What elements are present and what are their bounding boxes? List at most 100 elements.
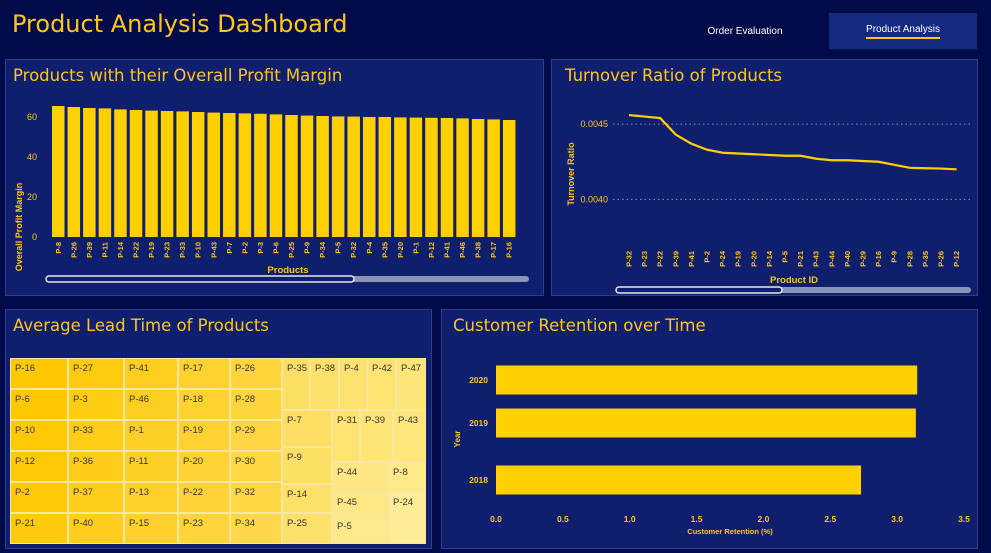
- nav-order-evaluation-label: Order Evaluation: [707, 25, 783, 37]
- treemap-cell[interactable]: P-22: [178, 482, 230, 513]
- margin-x-tick: P-5: [334, 242, 343, 254]
- treemap-cell[interactable]: P-18: [178, 389, 230, 420]
- margin-bar: [456, 118, 469, 237]
- turnover-x-tick: P-35: [921, 251, 930, 267]
- treemap-cell[interactable]: P-3: [68, 389, 124, 420]
- margin-bar: [471, 119, 485, 237]
- retention-x-tick: 1.5: [691, 514, 703, 524]
- treemap-cell[interactable]: P-23: [178, 513, 230, 544]
- treemap-cell[interactable]: P-46: [124, 389, 178, 420]
- treemap-cell[interactable]: P-45: [332, 492, 388, 516]
- treemap-cell[interactable]: P-21: [10, 513, 68, 544]
- treemap-cell[interactable]: P-15: [124, 513, 178, 544]
- turnover-chart: Turnover Ratio Product ID 0.0040 0.0045 P-…: [566, 113, 971, 294]
- margin-x-tick: P-10: [194, 242, 203, 258]
- margin-bar: [160, 111, 174, 237]
- nav-product-analysis[interactable]: Product Analysis: [829, 13, 977, 49]
- lead-time-treemap: P-16 P-27 P-41 P-17 P-26 P-35 P-38 P-4 P-42 P-47 P…: [10, 358, 426, 544]
- margin-x-tick: P-46: [458, 242, 467, 258]
- treemap-cell[interactable]: P-17: [178, 358, 230, 389]
- treemap-cell[interactable]: P-13: [124, 482, 178, 513]
- treemap-cell[interactable]: P-9: [282, 447, 332, 484]
- treemap-cell[interactable]: P-20: [178, 451, 230, 482]
- turnover-x-tick: P-41: [687, 251, 696, 267]
- turnover-x-tick: P-32: [625, 251, 634, 267]
- treemap-cell[interactable]: P-44: [332, 462, 388, 492]
- margin-bar: [269, 114, 283, 237]
- treemap-cell[interactable]: P-47: [396, 358, 426, 410]
- treemap-cell[interactable]: P-28: [230, 389, 282, 420]
- treemap-cell[interactable]: P-7: [282, 410, 332, 447]
- treemap-cell[interactable]: P-14: [282, 484, 332, 513]
- treemap-cell[interactable]: P-5: [332, 516, 388, 544]
- treemap-cell[interactable]: P-12: [10, 451, 68, 482]
- margin-x-tick: P-25: [287, 242, 296, 258]
- treemap-cell[interactable]: P-33: [68, 420, 124, 451]
- margin-bar: [409, 117, 423, 237]
- margin-bar: [394, 117, 407, 237]
- turnover-y-tick: 0.0045: [580, 119, 608, 129]
- treemap-cell[interactable]: P-39: [360, 410, 393, 462]
- treemap-cell[interactable]: P-38: [310, 358, 339, 410]
- nav-order-evaluation[interactable]: Order Evaluation: [680, 13, 810, 49]
- retention-y-axis-label: Year: [453, 431, 462, 448]
- margin-x-tick: P-34: [318, 241, 327, 258]
- margin-bar: [502, 120, 516, 237]
- nav-product-analysis-label: Product Analysis: [866, 24, 940, 39]
- margin-x-tick: P-2: [240, 242, 249, 254]
- margin-x-tick: P-32: [349, 242, 358, 258]
- treemap-cell[interactable]: P-36: [68, 451, 124, 482]
- turnover-line: [628, 113, 957, 171]
- retention-y-tick: 2018: [469, 475, 488, 485]
- treemap-cell[interactable]: P-6: [10, 389, 68, 420]
- treemap-cell[interactable]: P-2: [10, 482, 68, 513]
- treemap-cell[interactable]: P-41: [124, 358, 178, 389]
- margin-x-axis-label: Products: [267, 265, 308, 276]
- treemap-cell[interactable]: P-27: [68, 358, 124, 389]
- margin-y-tick: 60: [27, 112, 37, 122]
- turnover-x-tick: P-19: [734, 251, 743, 267]
- treemap-cell[interactable]: P-25: [282, 513, 332, 544]
- margin-x-tick: P-19: [147, 242, 156, 258]
- treemap-cell[interactable]: P-43: [393, 410, 426, 462]
- treemap-cell[interactable]: P-30: [230, 451, 282, 482]
- treemap-cell[interactable]: P-8: [388, 462, 426, 492]
- margin-bar: [176, 111, 189, 237]
- retention-bar: [496, 408, 916, 438]
- margin-scroll-thumb[interactable]: [45, 275, 355, 283]
- treemap-cell[interactable]: P-16: [10, 358, 68, 389]
- turnover-y-axis-label: Turnover Ratio: [566, 142, 576, 206]
- margin-x-tick: P-6: [271, 242, 280, 254]
- turnover-x-tick: P-43: [812, 251, 821, 267]
- margin-bar: [145, 110, 158, 237]
- margin-bar: [98, 108, 112, 238]
- turnover-scroll-thumb[interactable]: [615, 286, 783, 294]
- margin-bar: [223, 113, 236, 237]
- treemap-cell[interactable]: P-11: [124, 451, 178, 482]
- treemap-cell[interactable]: P-10: [10, 420, 68, 451]
- treemap-cell[interactable]: P-40: [68, 513, 124, 544]
- treemap-cell[interactable]: P-29: [230, 420, 282, 451]
- retention-bar: [496, 465, 862, 495]
- profit-margin-chart: Overall Profit Margin Products 0 20 40 60 P-…: [14, 106, 529, 283]
- treemap-cell[interactable]: P-32: [230, 482, 282, 513]
- margin-bar: [191, 112, 205, 237]
- margin-x-tick: P-3: [256, 242, 265, 254]
- margin-y-axis-label: Overall Profit Margin: [14, 183, 24, 272]
- treemap-cell[interactable]: P-1: [124, 420, 178, 451]
- treemap-cell[interactable]: P-31: [332, 410, 360, 462]
- turnover-x-tick: P-29: [859, 251, 868, 267]
- treemap-cell[interactable]: P-26: [230, 358, 282, 389]
- treemap-cell[interactable]: P-24: [388, 492, 426, 544]
- treemap-cell[interactable]: P-35: [282, 358, 310, 410]
- treemap-cell[interactable]: P-37: [68, 482, 124, 513]
- treemap-cell[interactable]: P-19: [178, 420, 230, 451]
- turnover-x-tick: P-39: [671, 251, 680, 267]
- margin-x-tick: P-20: [396, 242, 405, 258]
- treemap-cell[interactable]: P-4: [339, 358, 367, 410]
- treemap-cell[interactable]: P-42: [367, 358, 396, 410]
- retention-x-tick: 2.5: [824, 514, 836, 524]
- treemap-cell[interactable]: P-34: [230, 513, 282, 544]
- margin-bar: [316, 116, 329, 237]
- turnover-x-tick: P-16: [874, 251, 883, 267]
